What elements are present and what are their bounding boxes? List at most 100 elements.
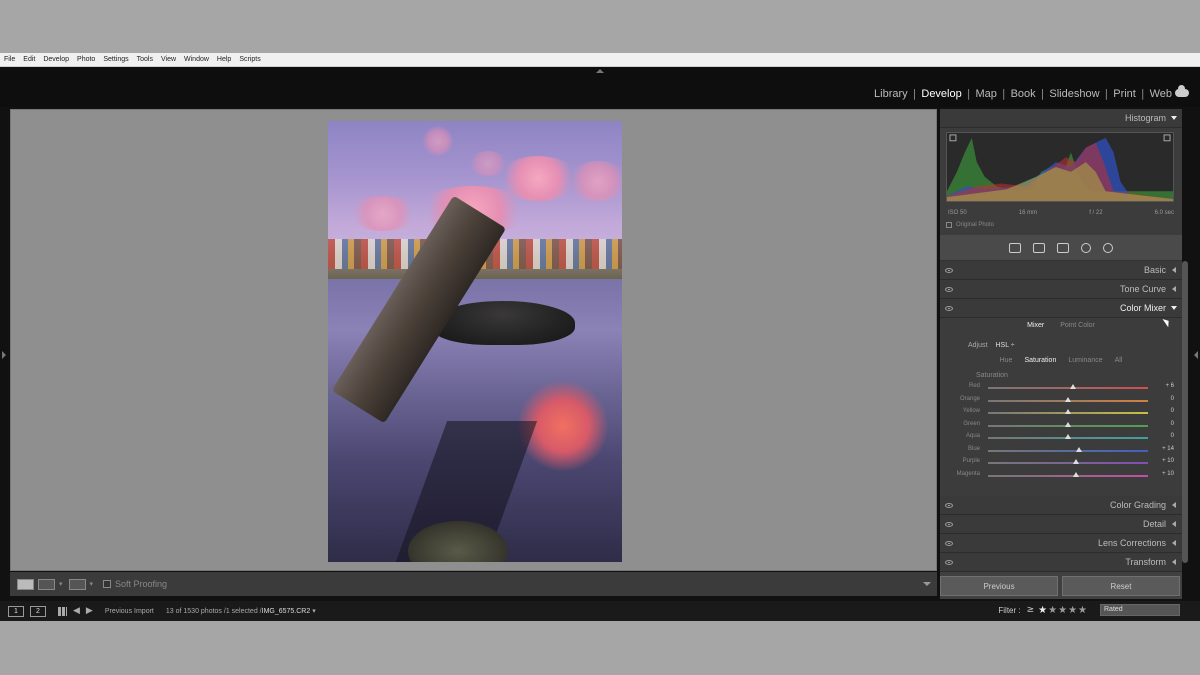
- star-icon[interactable]: ★: [1068, 605, 1077, 616]
- before-after-button[interactable]: [38, 578, 55, 590]
- chevron-down-icon[interactable]: [1171, 306, 1177, 310]
- slider-aqua[interactable]: Aqua 0: [946, 432, 1176, 445]
- eye-icon[interactable]: [945, 287, 953, 292]
- slider-orange[interactable]: Orange 0: [946, 395, 1176, 408]
- menu-settings[interactable]: Settings: [103, 56, 128, 63]
- adjust-dropdown[interactable]: HSL ÷: [995, 342, 1014, 349]
- slider-thumb[interactable]: [1069, 384, 1076, 389]
- menu-view[interactable]: View: [161, 56, 176, 63]
- menu-develop[interactable]: Develop: [43, 56, 69, 63]
- chevron-left-icon[interactable]: [1172, 540, 1176, 546]
- tab-mixer[interactable]: Mixer: [1027, 322, 1044, 336]
- collapse-left-arrow-icon[interactable]: [2, 351, 6, 359]
- chevron-left-icon[interactable]: [1172, 267, 1176, 273]
- section-tone-curve[interactable]: Tone Curve: [940, 280, 1182, 299]
- slider-value[interactable]: 0: [1171, 433, 1174, 439]
- eye-icon[interactable]: [945, 522, 953, 527]
- eye-icon[interactable]: [945, 306, 953, 311]
- module-map[interactable]: Map: [975, 88, 996, 100]
- module-web[interactable]: Web: [1150, 88, 1172, 100]
- slider-thumb[interactable]: [1065, 421, 1071, 427]
- healing-icon[interactable]: [1057, 242, 1069, 253]
- slider-value[interactable]: 0: [1171, 408, 1174, 414]
- collapse-right-arrow-icon[interactable]: [1194, 351, 1198, 359]
- loupe-view-button[interactable]: [17, 578, 34, 590]
- edit-sliders-icon[interactable]: [1009, 242, 1021, 253]
- chevron-down-icon[interactable]: ▾: [90, 580, 94, 588]
- view-2-button[interactable]: 2: [30, 605, 46, 617]
- star-icon[interactable]: ★: [1038, 605, 1047, 616]
- grid-icon[interactable]: [58, 606, 67, 616]
- tab-luminance[interactable]: Luminance: [1068, 357, 1102, 364]
- eye-icon[interactable]: [945, 503, 953, 508]
- toolbar-menu-icon[interactable]: [923, 582, 931, 586]
- slider-track[interactable]: [988, 462, 1148, 464]
- module-book[interactable]: Book: [1011, 88, 1036, 100]
- slider-thumb[interactable]: [1065, 434, 1071, 439]
- slider-magenta[interactable]: Magenta + 10: [946, 470, 1176, 483]
- section-color-mixer[interactable]: Color Mixer: [940, 299, 1182, 318]
- section-lens-corrections[interactable]: Lens Corrections: [940, 534, 1182, 553]
- reset-button[interactable]: Reset: [1062, 576, 1180, 596]
- section-color-grading[interactable]: Color Grading: [940, 496, 1182, 515]
- slider-value[interactable]: + 10: [1162, 458, 1174, 464]
- module-develop[interactable]: Develop: [921, 88, 961, 100]
- menu-photo[interactable]: Photo: [77, 56, 95, 63]
- module-library[interactable]: Library: [874, 88, 908, 100]
- panel-scrollbar[interactable]: [1182, 261, 1188, 563]
- slider-track[interactable]: [988, 449, 1148, 452]
- photo-canvas[interactable]: [10, 109, 937, 571]
- photo-preview[interactable]: [328, 121, 622, 562]
- slider-value[interactable]: 0: [1171, 421, 1174, 427]
- menu-tools[interactable]: Tools: [137, 56, 153, 63]
- slider-value[interactable]: + 10: [1162, 471, 1174, 477]
- module-slideshow[interactable]: Slideshow: [1049, 88, 1099, 100]
- original-photo-toggle[interactable]: Original Photo: [946, 222, 1176, 228]
- section-detail[interactable]: Detail: [940, 515, 1182, 534]
- slider-yellow[interactable]: Yellow 0: [946, 407, 1176, 420]
- histogram-header[interactable]: Histogram: [940, 109, 1182, 128]
- slider-purple[interactable]: Purple + 10: [946, 457, 1176, 470]
- tab-saturation[interactable]: Saturation: [1024, 357, 1056, 364]
- menu-window[interactable]: Window: [184, 56, 209, 63]
- menu-scripts[interactable]: Scripts: [239, 56, 260, 63]
- section-basic[interactable]: Basic: [940, 261, 1182, 280]
- tab-point-color[interactable]: Point Color: [1060, 322, 1095, 336]
- chevron-left-icon[interactable]: [1172, 521, 1176, 527]
- yy-view-button[interactable]: [68, 578, 86, 590]
- filename[interactable]: IMG_6575.CR2: [262, 608, 311, 615]
- slider-thumb[interactable]: [1065, 396, 1071, 402]
- chevron-left-icon[interactable]: [1172, 286, 1176, 292]
- view-1-button[interactable]: 1: [8, 605, 24, 617]
- chevron-down-icon[interactable]: ▾: [59, 580, 63, 588]
- star-icon[interactable]: ★: [1078, 605, 1087, 616]
- masking-icon[interactable]: [1103, 242, 1113, 253]
- forward-arrow-icon[interactable]: ▶: [86, 606, 93, 616]
- previous-button[interactable]: Previous: [940, 576, 1058, 596]
- slider-green[interactable]: Green 0: [946, 420, 1176, 433]
- star-icon[interactable]: ★: [1058, 605, 1067, 616]
- tab-all[interactable]: All: [1115, 357, 1123, 364]
- slider-value[interactable]: + 14: [1162, 446, 1174, 452]
- star-icon[interactable]: ★: [1048, 605, 1057, 616]
- filter-operator[interactable]: ≥: [1027, 605, 1035, 615]
- cloud-icon[interactable]: [1175, 85, 1189, 97]
- chevron-left-icon[interactable]: [1172, 502, 1176, 508]
- chevron-down-icon[interactable]: [1171, 116, 1177, 120]
- menu-file[interactable]: File: [4, 56, 15, 63]
- red-eye-icon[interactable]: [1081, 242, 1091, 253]
- rated-dropdown[interactable]: Rated: [1100, 604, 1180, 616]
- slider-thumb[interactable]: [1073, 471, 1079, 477]
- eye-icon[interactable]: [945, 541, 953, 546]
- module-print[interactable]: Print: [1113, 88, 1136, 100]
- slider-value[interactable]: + 6: [1165, 383, 1174, 389]
- slider-blue[interactable]: Blue + 14: [946, 445, 1176, 458]
- chevron-left-icon[interactable]: [1172, 559, 1176, 565]
- back-arrow-icon[interactable]: ◀: [73, 606, 80, 616]
- menu-help[interactable]: Help: [217, 56, 231, 63]
- slider-thumb[interactable]: [1076, 446, 1083, 452]
- soft-proofing-checkbox[interactable]: [103, 580, 112, 588]
- eye-icon[interactable]: [945, 560, 953, 565]
- slider-thumb[interactable]: [1073, 459, 1079, 464]
- section-transform[interactable]: Transform: [940, 553, 1182, 572]
